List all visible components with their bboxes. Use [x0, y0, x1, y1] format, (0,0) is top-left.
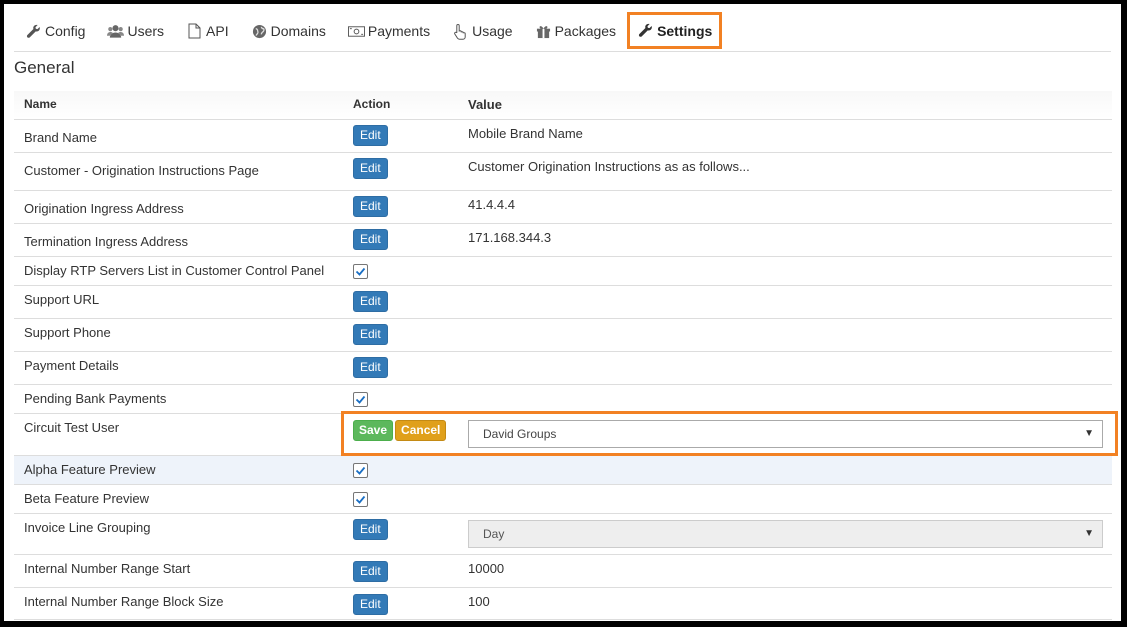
table-header: Name Action Value	[14, 91, 1112, 119]
nav-tabs: Config Users API Domains Payments Usage …	[14, 8, 1111, 52]
edit-button[interactable]: Edit	[353, 125, 388, 146]
table-row: Support Phone Edit	[14, 318, 1112, 351]
tab-packages[interactable]: Packages	[524, 11, 627, 51]
caret-down-icon: ▼	[1084, 528, 1094, 539]
edit-button[interactable]: Edit	[353, 291, 388, 312]
tab-label: Payments	[367, 23, 431, 39]
tab-domains[interactable]: Domains	[240, 11, 337, 51]
setting-value: 41.4.4.4	[468, 197, 515, 212]
setting-name: Origination Ingress Address	[24, 201, 184, 216]
setting-name: Circuit Test User	[24, 420, 120, 435]
setting-value: Customer Origination Instructions as as …	[468, 159, 750, 174]
table-row: Invoice Line Grouping Edit Day ▼	[14, 513, 1112, 554]
setting-name: Internal Number Range Start	[24, 561, 191, 576]
table-row: Circuit Test User Save Cancel David Group…	[14, 413, 1112, 455]
caret-down-icon: ▼	[1084, 428, 1094, 439]
pending-bank-payments-checkbox[interactable]	[353, 392, 368, 407]
tab-label: Domains	[270, 23, 326, 39]
table-row: Pending Bank Payments	[14, 384, 1112, 413]
table-row: Origination Ingress Address Edit 41.4.4.…	[14, 190, 1112, 223]
setting-value: 171.168.344.3	[468, 230, 552, 245]
setting-value: 100	[468, 594, 490, 609]
table-row: Customer - Origination Instructions Page…	[14, 152, 1112, 190]
hand-pointer-icon	[452, 23, 469, 40]
wrench-icon	[25, 23, 42, 40]
column-header-name: Name	[24, 97, 57, 111]
settings-table: Name Action Value Brand Name Edit Mobile…	[14, 91, 1112, 620]
table-row: Alpha Feature Preview	[14, 455, 1112, 484]
setting-name: Display RTP Servers List in Customer Con…	[24, 263, 325, 278]
select-value: Day	[483, 527, 505, 541]
invoice-grouping-select: Day ▼	[468, 520, 1103, 548]
setting-name: Alpha Feature Preview	[24, 462, 156, 477]
setting-value: 10000	[468, 561, 505, 576]
table-row: Beta Feature Preview	[14, 484, 1112, 513]
tab-label: Users	[127, 23, 165, 39]
column-header-value: Value	[468, 97, 502, 112]
setting-value: Mobile Brand Name	[468, 126, 583, 141]
document-icon	[186, 23, 203, 40]
edit-button[interactable]: Edit	[353, 357, 388, 378]
tab-label: Settings	[657, 22, 713, 39]
edit-button[interactable]: Edit	[353, 158, 388, 179]
edit-button[interactable]: Edit	[353, 229, 388, 250]
setting-name: Pending Bank Payments	[24, 391, 167, 406]
setting-name: Support Phone	[24, 325, 111, 340]
globe-icon	[251, 23, 268, 40]
table-row: Termination Ingress Address Edit 171.168…	[14, 223, 1112, 256]
setting-name: Internal Number Range Block Size	[24, 594, 224, 609]
table-row: Internal Number Range Start Edit 10000	[14, 554, 1112, 587]
edit-button[interactable]: Edit	[353, 519, 388, 540]
setting-name: Invoice Line Grouping	[24, 520, 151, 535]
money-icon	[347, 23, 365, 40]
table-row: Brand Name Edit Mobile Brand Name	[14, 119, 1112, 152]
rtp-servers-checkbox[interactable]	[353, 264, 368, 279]
edit-button[interactable]: Edit	[353, 561, 388, 582]
save-button[interactable]: Save	[353, 420, 394, 441]
alpha-feature-checkbox[interactable]	[353, 463, 368, 478]
table-row: Payment Details Edit	[14, 351, 1112, 384]
cancel-button[interactable]: Cancel	[395, 420, 447, 441]
tab-label: Config	[45, 23, 86, 39]
table-row: Support URL Edit	[14, 285, 1112, 318]
setting-name: Support URL	[24, 292, 100, 307]
edit-button[interactable]: Edit	[353, 196, 388, 217]
edit-button[interactable]: Edit	[353, 594, 388, 615]
tab-api[interactable]: API	[175, 11, 240, 51]
column-header-action: Action	[353, 97, 391, 111]
tab-label: API	[206, 23, 229, 39]
table-row: Display RTP Servers List in Customer Con…	[14, 256, 1112, 285]
tab-settings[interactable]: Settings	[627, 12, 723, 49]
beta-feature-checkbox[interactable]	[353, 492, 368, 507]
setting-name: Brand Name	[24, 130, 97, 145]
circuit-test-user-select[interactable]: David Groups ▼	[468, 420, 1103, 448]
gift-icon	[535, 23, 552, 40]
setting-name: Customer - Origination Instructions Page	[24, 163, 259, 178]
tab-usage[interactable]: Usage	[441, 11, 523, 51]
select-value: David Groups	[483, 427, 557, 441]
tab-users[interactable]: Users	[96, 11, 175, 51]
users-icon	[107, 23, 125, 40]
section-title: General	[14, 58, 75, 77]
tab-payments[interactable]: Payments	[337, 11, 441, 51]
tab-label: Packages	[554, 23, 617, 39]
setting-name: Beta Feature Preview	[24, 491, 150, 506]
setting-name: Termination Ingress Address	[24, 234, 189, 249]
app-window: Config Users API Domains Payments Usage …	[4, 4, 1121, 621]
setting-name: Payment Details	[24, 358, 119, 373]
wrench-icon	[637, 22, 654, 39]
tab-label: Usage	[472, 23, 513, 39]
edit-button[interactable]: Edit	[353, 324, 388, 345]
table-row: Internal Number Range Block Size Edit 10…	[14, 587, 1112, 620]
tab-config[interactable]: Config	[14, 11, 96, 51]
